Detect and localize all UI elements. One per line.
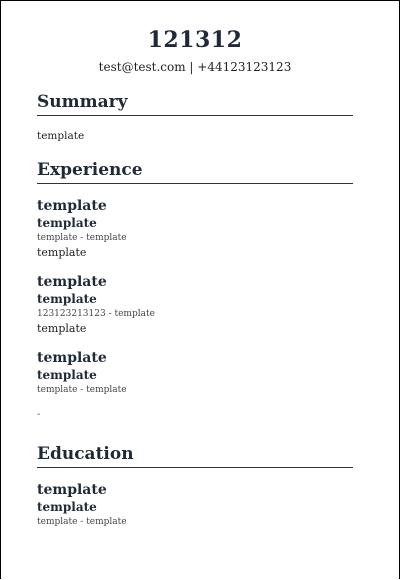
- summary-heading: Summary: [37, 91, 353, 116]
- education-item-institution: template: [37, 500, 97, 514]
- experience-item-description: template: [37, 246, 87, 259]
- contact-line: test@test.com | +44123123123: [98, 60, 292, 74]
- experience-item-dates: template - template: [37, 233, 127, 243]
- summary-text: template: [37, 130, 85, 142]
- experience-heading: Experience: [37, 159, 353, 184]
- education-item-dates: template - template: [37, 517, 127, 527]
- summary-section: Summary template: [37, 91, 353, 143]
- experience-item-dates: template - template: [37, 385, 127, 395]
- experience-item-title: template: [37, 274, 107, 290]
- document-page: 121312 test@test.com | +44123123123 Summ…: [0, 0, 400, 579]
- experience-item: template template template - template te…: [37, 198, 353, 260]
- education-item-title: template: [37, 482, 107, 498]
- experience-item-title: template: [37, 350, 107, 366]
- candidate-name: 121312: [147, 27, 243, 53]
- experience-item-dates: 123123213123 - template: [37, 309, 155, 319]
- education-heading: Education: [37, 443, 353, 468]
- trailing-dash: -: [37, 409, 41, 420]
- experience-item-company: template: [37, 216, 97, 230]
- experience-item-description: template: [37, 322, 87, 335]
- experience-section: Experience template template template - …: [37, 159, 353, 421]
- experience-item: template template template - template: [37, 350, 353, 397]
- experience-item-company: template: [37, 292, 97, 306]
- education-section: Education template template template - t…: [37, 443, 353, 529]
- experience-item-company: template: [37, 368, 97, 382]
- resume: 121312 test@test.com | +44123123123 Summ…: [37, 25, 353, 529]
- education-item: template template template - template: [37, 482, 353, 529]
- experience-item-title: template: [37, 198, 107, 214]
- experience-item: template template 123123213123 - templat…: [37, 274, 353, 336]
